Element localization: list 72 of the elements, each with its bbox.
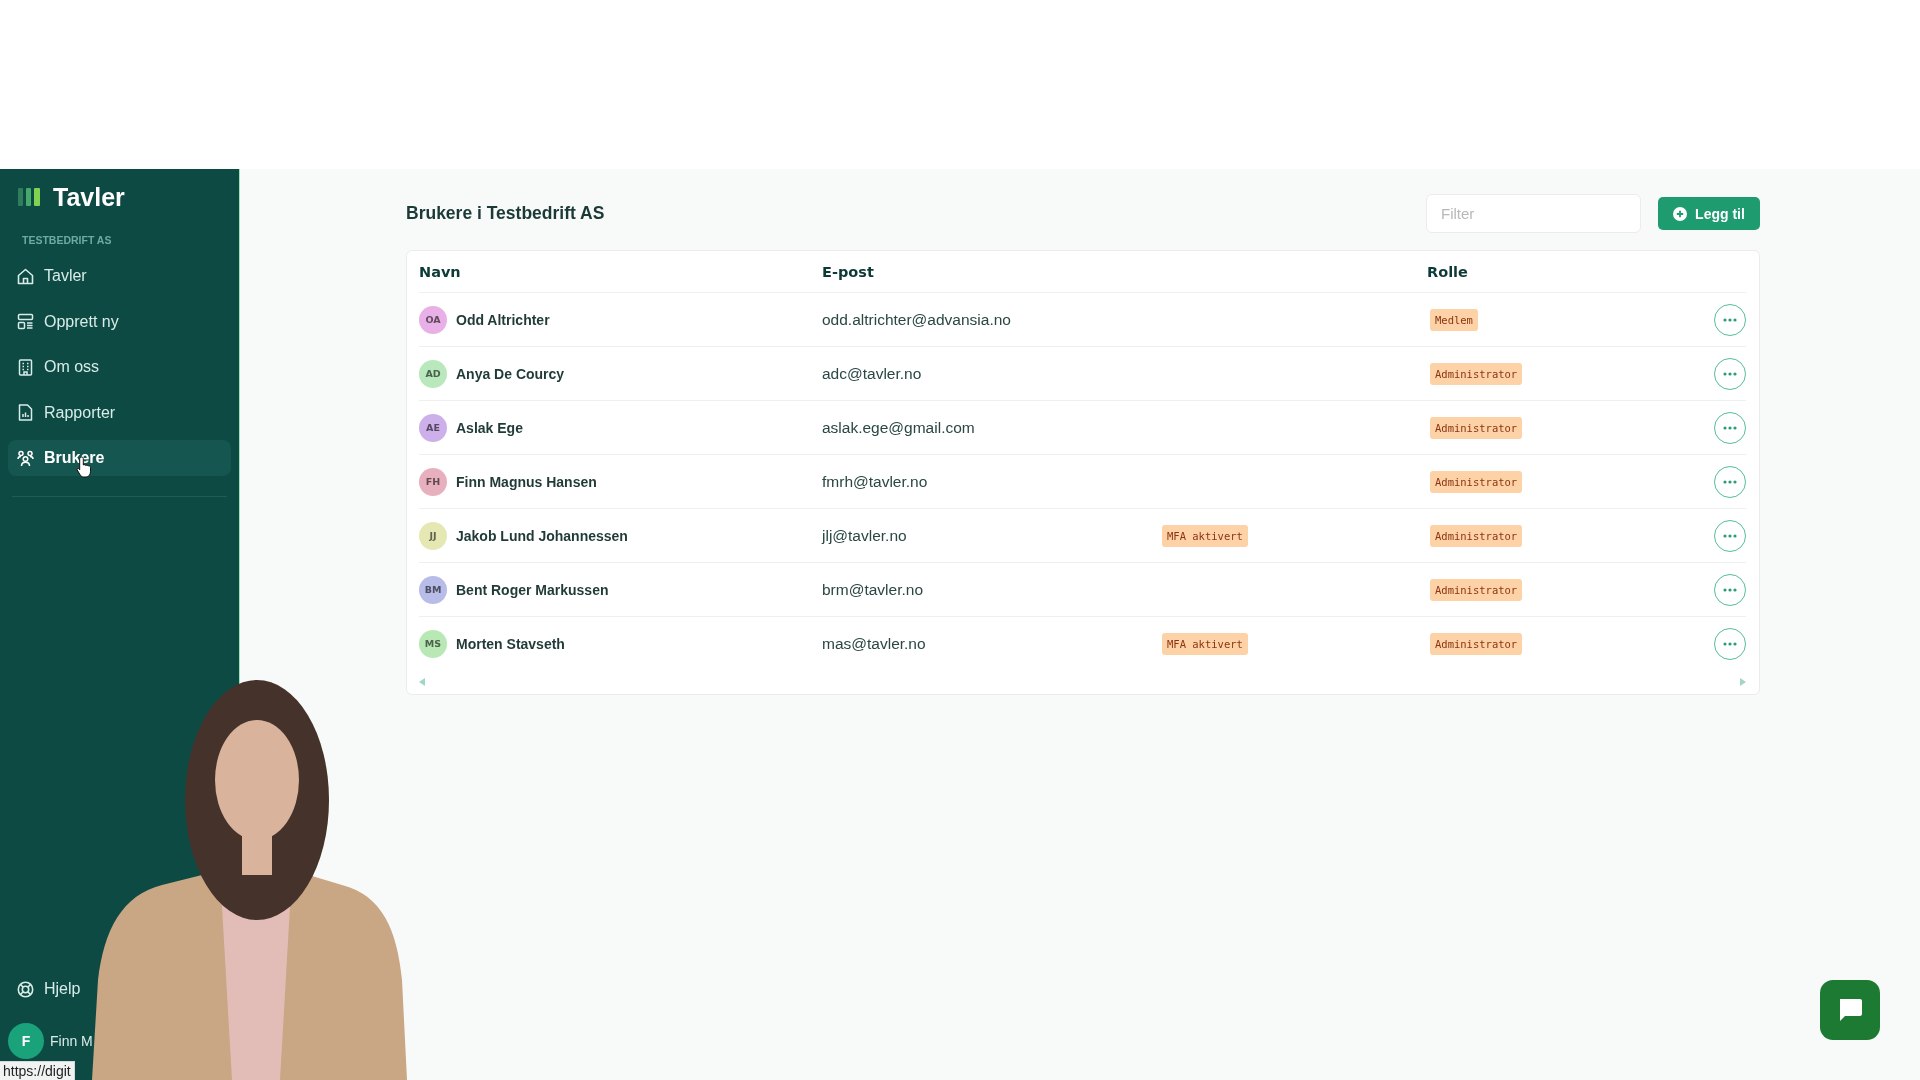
- column-header: Navn: [419, 263, 461, 280]
- row-actions-button[interactable]: [1714, 573, 1746, 606]
- role-tag: Administrator: [1430, 632, 1523, 655]
- user-avatar: AD: [419, 359, 447, 388]
- column-header: Rolle: [1427, 263, 1468, 280]
- user-avatar: MS: [419, 629, 447, 658]
- nav-item[interactable]: Rapporter: [8, 394, 231, 431]
- filter-field[interactable]: Filter: [1426, 194, 1641, 233]
- user-name: Morten Stavseth: [456, 635, 565, 652]
- row-actions-button[interactable]: [1714, 411, 1746, 444]
- help-link[interactable]: Hjelp: [8, 971, 90, 1007]
- user-avatar: AE: [419, 413, 447, 442]
- row-actions-button[interactable]: [1714, 519, 1746, 552]
- row-actions-button[interactable]: [1714, 303, 1746, 336]
- more-dots-icon: [1723, 587, 1737, 592]
- user-email: odd.altrichter@advansia.no: [822, 310, 1011, 329]
- chart-file-icon: [17, 404, 34, 421]
- home-icon: [17, 267, 34, 285]
- more-dots-icon: [1723, 425, 1737, 430]
- user-name: Anya De Courcy: [456, 365, 565, 382]
- add-button[interactable]: Legg til: [1658, 197, 1760, 230]
- role-tag: Administrator: [1430, 524, 1523, 547]
- more-dots-icon: [1723, 641, 1737, 646]
- speech-bubble-icon: [1837, 998, 1863, 1022]
- user-email: brm@tavler.no: [822, 580, 924, 599]
- row-actions-button[interactable]: [1714, 465, 1746, 498]
- more-dots-icon: [1723, 371, 1737, 376]
- user-avatar: OA: [419, 305, 447, 334]
- column-header: E-post: [822, 263, 874, 280]
- role-tag: Administrator: [1430, 470, 1523, 493]
- user-name: Aslak Ege: [456, 419, 523, 436]
- user-email: jlj@tavler.no: [822, 526, 907, 545]
- row-actions-button[interactable]: [1714, 627, 1746, 660]
- user-email: adc@tavler.no: [822, 364, 922, 383]
- more-dots-icon: [1723, 317, 1737, 322]
- status-bar-url: https://digit: [0, 1061, 75, 1080]
- scroll-left-icon[interactable]: [419, 678, 425, 686]
- logo-icon: [18, 187, 40, 207]
- user-avatar: BM: [419, 575, 447, 604]
- nav-item[interactable]: Opprett ny: [8, 303, 231, 340]
- user-avatar: JJ: [419, 521, 447, 550]
- mfa-tag: MFA aktivert: [1162, 524, 1248, 547]
- user-email: mas@tavler.no: [822, 634, 926, 653]
- user-email: fmrh@tavler.no: [822, 472, 928, 491]
- user-name: Jakob Lund Johannessen: [456, 527, 628, 544]
- chat-button[interactable]: [1820, 980, 1880, 1040]
- users-icon: [17, 449, 34, 467]
- org-name: TESTBEDRIFT AS: [21, 233, 112, 248]
- nav-item[interactable]: Tavler: [8, 258, 231, 294]
- user-name: Bent Roger Markussen: [456, 581, 609, 598]
- nav-item[interactable]: Brukere: [8, 440, 231, 476]
- row-actions-button[interactable]: [1714, 357, 1746, 390]
- page-title: Brukere i Testbedrift AS: [406, 203, 605, 224]
- user-name: Odd Altrichter: [456, 311, 550, 328]
- role-tag: Medlem: [1430, 308, 1478, 331]
- layout-icon: [17, 313, 34, 330]
- app-name: Tavler: [53, 182, 125, 212]
- role-tag: Administrator: [1430, 578, 1523, 601]
- role-tag: Administrator: [1430, 362, 1523, 385]
- nav-item[interactable]: Om oss: [8, 349, 231, 385]
- user-name: Finn Magnus Hansen: [456, 473, 597, 490]
- role-tag: Administrator: [1430, 416, 1523, 439]
- mfa-tag: MFA aktivert: [1162, 632, 1248, 655]
- user-name[interactable]: Finn M: [50, 1033, 93, 1049]
- building-icon: [17, 358, 34, 376]
- user-avatar: FH: [419, 467, 447, 496]
- more-dots-icon: [1723, 479, 1737, 484]
- user-email: aslak.ege@gmail.com: [822, 418, 975, 437]
- scroll-right-icon[interactable]: [1740, 678, 1746, 686]
- lifebuoy-icon: [17, 980, 34, 998]
- plus-circle-icon: [1673, 206, 1688, 221]
- more-dots-icon: [1723, 533, 1737, 538]
